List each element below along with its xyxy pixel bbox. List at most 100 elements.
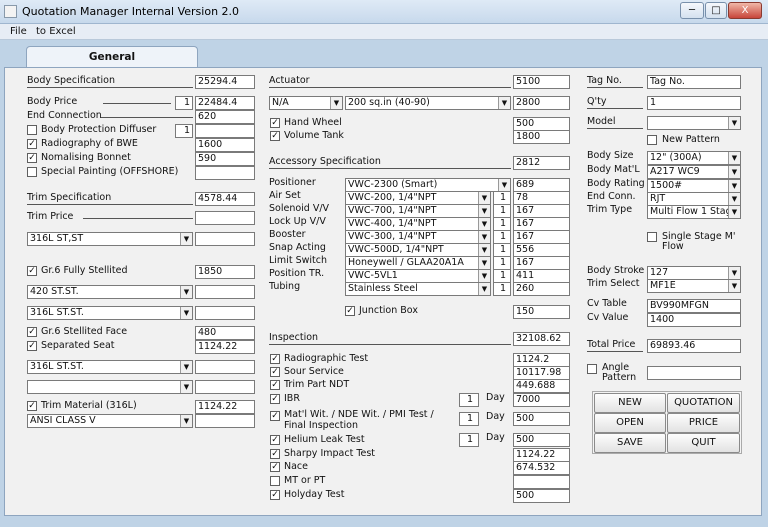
- angle-pattern-checkbox[interactable]: [587, 364, 597, 374]
- accessory-dropdown-position-tr[interactable]: VWC-5VL1 ▼: [345, 269, 491, 283]
- accessory-qty-lock-up[interactable]: 1: [493, 217, 511, 231]
- accessory-qty-position-tr[interactable]: 1: [493, 269, 511, 283]
- accessory-qty-booster[interactable]: 1: [493, 230, 511, 244]
- inspection-checkbox-trim-ndt[interactable]: ✓: [270, 380, 280, 390]
- accessory-dropdown-positioner[interactable]: VWC-2300 (Smart) ▼: [345, 178, 511, 192]
- accessory-dropdown-booster[interactable]: VWC-300, 1/4"NPT ▼: [345, 230, 491, 244]
- junction-box-value[interactable]: 150: [513, 305, 570, 319]
- inspection-checkbox-sharpy[interactable]: ✓: [270, 449, 280, 459]
- inspection-value-helium[interactable]: 500: [513, 433, 570, 447]
- tag-no-input[interactable]: Tag No.: [647, 75, 741, 89]
- inspection-checkbox-sour[interactable]: ✓: [270, 367, 280, 377]
- radiography-value[interactable]: 1600: [195, 138, 255, 152]
- accessory-value-tubing[interactable]: 260: [513, 282, 570, 296]
- trim-select-dropdown[interactable]: MF1E ▼: [647, 279, 741, 293]
- radiography-checkbox[interactable]: ✓: [27, 139, 37, 149]
- body-spec-value[interactable]: 25294.4: [195, 75, 255, 89]
- open-button[interactable]: OPEN: [594, 413, 666, 433]
- stellited-face-value[interactable]: 480: [195, 326, 255, 340]
- qty-input[interactable]: 1: [647, 96, 741, 110]
- trim-material-2-value[interactable]: [195, 285, 255, 299]
- body-price-value[interactable]: 22484.4: [195, 96, 255, 110]
- separated-seat-checkbox[interactable]: ✓: [27, 341, 37, 351]
- trim-material-1-dropdown[interactable]: 316L ST,ST ▼: [27, 232, 193, 246]
- ansi-class-value[interactable]: [195, 414, 255, 428]
- minimize-button[interactable]: ─: [680, 2, 704, 19]
- inspection-value-sour[interactable]: 10117.98: [513, 366, 570, 380]
- actuator-size-value[interactable]: 2800: [513, 96, 570, 110]
- quit-button[interactable]: QUIT: [667, 433, 740, 453]
- angle-pattern-value[interactable]: [647, 366, 741, 380]
- hand-wheel-checkbox[interactable]: ✓: [270, 118, 280, 128]
- separated-seat-value[interactable]: 1124.22: [195, 340, 255, 354]
- accessory-qty-limit-switch[interactable]: 1: [493, 256, 511, 270]
- trim-price-value[interactable]: [195, 211, 255, 225]
- inspection-value-nace[interactable]: 674.532: [513, 461, 570, 475]
- special-painting-value[interactable]: [195, 166, 255, 180]
- fully-stellited-value[interactable]: 1850: [195, 265, 255, 279]
- special-painting-checkbox[interactable]: [27, 167, 37, 177]
- fully-stellited-checkbox[interactable]: ✓: [27, 266, 37, 276]
- trim-material-5-value[interactable]: [195, 380, 255, 394]
- inspection-value-sharpy[interactable]: 1124.22: [513, 448, 570, 462]
- inspection-checkbox-nace[interactable]: ✓: [270, 462, 280, 472]
- inspection-value[interactable]: 32108.62: [513, 332, 570, 346]
- accessory-value-lock-up[interactable]: 167: [513, 217, 570, 231]
- inspection-value-trim-ndt[interactable]: 449.688: [513, 379, 570, 393]
- actuator-size-dropdown[interactable]: 200 sq.in (40-90) ▼: [345, 96, 511, 110]
- accessory-value-air-set[interactable]: 78: [513, 191, 570, 205]
- accessory-dropdown-lock-up[interactable]: VWC-400, 1/4"NPT ▼: [345, 217, 491, 231]
- nomalising-value[interactable]: 590: [195, 152, 255, 166]
- trim-material-4-dropdown[interactable]: 316L ST.ST. ▼: [27, 360, 193, 374]
- end-conn-dropdown[interactable]: RJT ▼: [647, 192, 741, 206]
- inspection-value-mt-pt[interactable]: [513, 475, 570, 489]
- protection-diffuser-value[interactable]: [195, 124, 255, 138]
- inspection-checkbox-holyday[interactable]: ✓: [270, 490, 280, 500]
- accessory-qty-snap-acting[interactable]: 1: [493, 243, 511, 257]
- cv-table-input[interactable]: BV990MFGN: [647, 299, 741, 313]
- ansi-class-dropdown[interactable]: ANSI CLASS Ⅴ ▼: [27, 414, 193, 428]
- body-price-qty[interactable]: 1: [175, 96, 193, 110]
- protection-diffuser-checkbox[interactable]: [27, 125, 37, 135]
- trim-type-dropdown[interactable]: Multi Flow 1 Stag ▼: [647, 205, 741, 219]
- accessory-dropdown-limit-switch[interactable]: Honeywell / GLAA20A1A ▼: [345, 256, 491, 270]
- accessory-qty-air-set[interactable]: 1: [493, 191, 511, 205]
- accessory-value-position-tr[interactable]: 411: [513, 269, 570, 283]
- tab-general[interactable]: General: [26, 46, 198, 68]
- inspection-value-holyday[interactable]: 500: [513, 489, 570, 503]
- nomalising-checkbox[interactable]: ✓: [27, 153, 37, 163]
- accessory-value-snap-acting[interactable]: 556: [513, 243, 570, 257]
- accessory-dropdown-tubing[interactable]: Stainless Steel ▼: [345, 282, 491, 296]
- accessory-value-booster[interactable]: 167: [513, 230, 570, 244]
- trim-material-5-dropdown[interactable]: ▼: [27, 380, 193, 394]
- menu-to-excel[interactable]: to Excel: [36, 26, 76, 37]
- volume-tank-value[interactable]: 1800: [513, 130, 570, 144]
- accessory-value-solenoid[interactable]: 167: [513, 204, 570, 218]
- junction-box-checkbox[interactable]: ✓: [345, 306, 355, 316]
- trim-spec-value[interactable]: 4578.44: [195, 192, 255, 206]
- inspection-value-matl-wit[interactable]: 500: [513, 412, 570, 426]
- accessory-dropdown-snap-acting[interactable]: VWC-500D, 1/4"NPT ▼: [345, 243, 491, 257]
- trim-material-checkbox[interactable]: ✓: [27, 401, 37, 411]
- new-button[interactable]: NEW: [594, 393, 666, 413]
- protection-diffuser-qty[interactable]: 1: [175, 124, 193, 138]
- price-button[interactable]: PRICE: [667, 413, 740, 433]
- inspection-days-ibr[interactable]: 1: [459, 393, 479, 407]
- stellited-face-checkbox[interactable]: ✓: [27, 327, 37, 337]
- restore-button[interactable]: □: [705, 2, 727, 19]
- close-button[interactable]: X: [728, 2, 762, 19]
- inspection-value-radiographic[interactable]: 1124.2: [513, 353, 570, 367]
- inspection-checkbox-matl-wit[interactable]: ✓: [270, 411, 280, 421]
- hand-wheel-value[interactable]: 500: [513, 117, 570, 131]
- accessory-dropdown-air-set[interactable]: VWC-200, 1/4"NPT ▼: [345, 191, 491, 205]
- total-price-value[interactable]: 69893.46: [647, 339, 741, 353]
- trim-material-2-dropdown[interactable]: 420 ST.ST. ▼: [27, 285, 193, 299]
- end-connection-value[interactable]: 620: [195, 110, 255, 124]
- accessory-qty-solenoid[interactable]: 1: [493, 204, 511, 218]
- quotation-button[interactable]: QUOTATION: [667, 393, 740, 413]
- inspection-days-matl-wit[interactable]: 1: [459, 412, 479, 426]
- menu-file[interactable]: File: [10, 26, 27, 37]
- save-button[interactable]: SAVE: [594, 433, 666, 453]
- actuator-value[interactable]: 5100: [513, 75, 570, 89]
- trim-material-3-dropdown[interactable]: 316L ST.ST. ▼: [27, 306, 193, 320]
